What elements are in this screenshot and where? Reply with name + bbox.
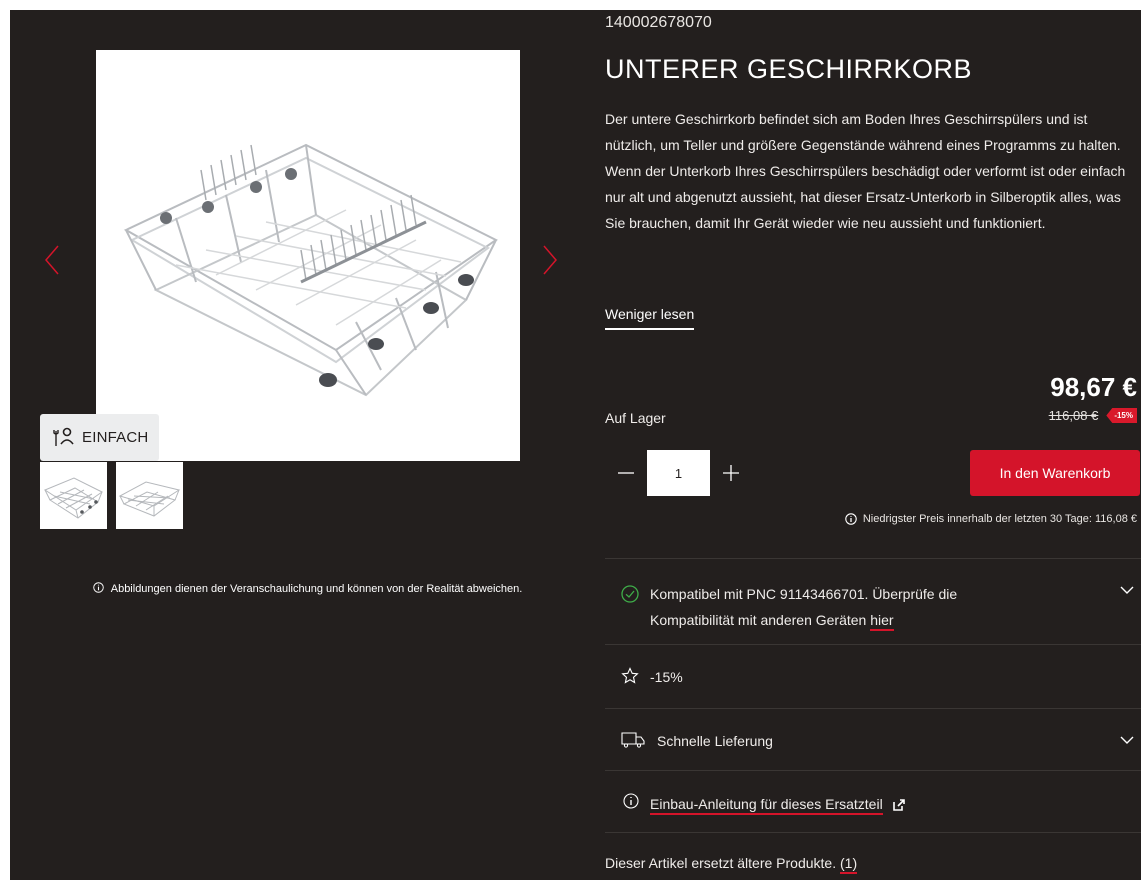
old-price-row: 116,08 € -15% [1049, 408, 1137, 423]
installation-guide-link-wrap: Einbau-Anleitung für dieses Ersatzteil [650, 796, 905, 815]
product-main-image[interactable] [96, 50, 520, 461]
minus-icon [618, 472, 634, 474]
installation-guide-link[interactable]: Einbau-Anleitung für dieses Ersatzteil [650, 796, 883, 815]
product-title: UNTERER GESCHIRRKORB [605, 54, 973, 84]
manual-row: Einbau-Anleitung für dieses Ersatzteil [605, 770, 1141, 832]
product-sku: 140002678070 [605, 14, 712, 31]
compatibility-check-link[interactable]: hier [870, 612, 894, 631]
wrench-person-icon [53, 427, 74, 446]
compatibility-text: Kompatibel mit PNC 91143466701. Überprüf… [650, 581, 1030, 633]
quantity-decrease-button[interactable] [605, 451, 647, 495]
truck-icon [621, 732, 645, 748]
check-circle-icon [621, 585, 639, 603]
product-page: EINFACH Abbildungen dienen der Veranscha… [10, 10, 1141, 880]
gallery-next-button[interactable] [540, 242, 560, 278]
promotion-row: -15% [605, 644, 1141, 708]
replaced-products-link[interactable]: (1) [840, 855, 858, 874]
old-price: 116,08 € [1048, 408, 1099, 423]
delivery-text: Schnelle Lieferung [657, 733, 773, 749]
chevron-left-icon [45, 245, 59, 275]
info-icon [623, 793, 639, 809]
replaces-row: Dieser Artikel ersetzt ältere Produkte. … [605, 832, 1141, 880]
gallery-thumbnail[interactable] [40, 462, 107, 529]
chevron-down-icon[interactable] [1119, 735, 1135, 745]
promotion-text: -15% [650, 669, 683, 685]
compatibility-label: Kompatibel mit PNC 91143466701. Überprüf… [650, 586, 958, 628]
compatibility-row[interactable]: Kompatibel mit PNC 91143466701. Überprüf… [605, 558, 1141, 644]
replaces-text-wrap: Dieser Artikel ersetzt ältere Produkte. … [605, 855, 858, 874]
image-disclaimer-text: Abbildungen dienen der Veranschaulichung… [110, 583, 523, 595]
product-description: Der untere Geschirrkorb befindet sich am… [605, 111, 1126, 231]
stock-status: Auf Lager [605, 410, 666, 426]
external-link-icon[interactable] [892, 799, 905, 811]
add-to-cart-button[interactable]: In den Warenkorb [970, 450, 1140, 496]
gallery-prev-button[interactable] [42, 242, 62, 278]
info-icon [845, 513, 857, 525]
chevron-right-icon [543, 245, 557, 275]
replaces-label: Dieser Artikel ersetzt ältere Produkte. [605, 855, 837, 871]
thumbnail-image [118, 481, 181, 517]
star-icon [621, 667, 639, 684]
plus-icon [723, 465, 739, 481]
lowest-price-text: Niedrigster Preis innerhalb der letzten … [862, 513, 1137, 525]
read-less-link[interactable]: Weniger lesen [605, 306, 695, 330]
discount-badge: -15% [1106, 408, 1137, 423]
delivery-row[interactable]: Schnelle Lieferung [605, 708, 1141, 770]
gallery-thumbnail[interactable] [116, 462, 183, 529]
info-icon [92, 582, 107, 595]
quantity-input[interactable] [647, 450, 710, 496]
difficulty-badge-label: EINFACH [82, 429, 149, 446]
quantity-increase-button[interactable] [710, 451, 752, 495]
difficulty-badge: EINFACH [40, 414, 159, 461]
quantity-stepper [605, 450, 752, 496]
image-disclaimer: Abbildungen dienen der Veranschaulichung… [10, 582, 605, 595]
current-price: 98,67 € [1050, 372, 1137, 402]
thumbnail-image [43, 477, 103, 519]
chevron-down-icon[interactable] [1119, 585, 1135, 595]
lowest-price-note: Niedrigster Preis innerhalb der letzten … [845, 513, 1137, 525]
dish-rack-illustration [123, 143, 498, 397]
